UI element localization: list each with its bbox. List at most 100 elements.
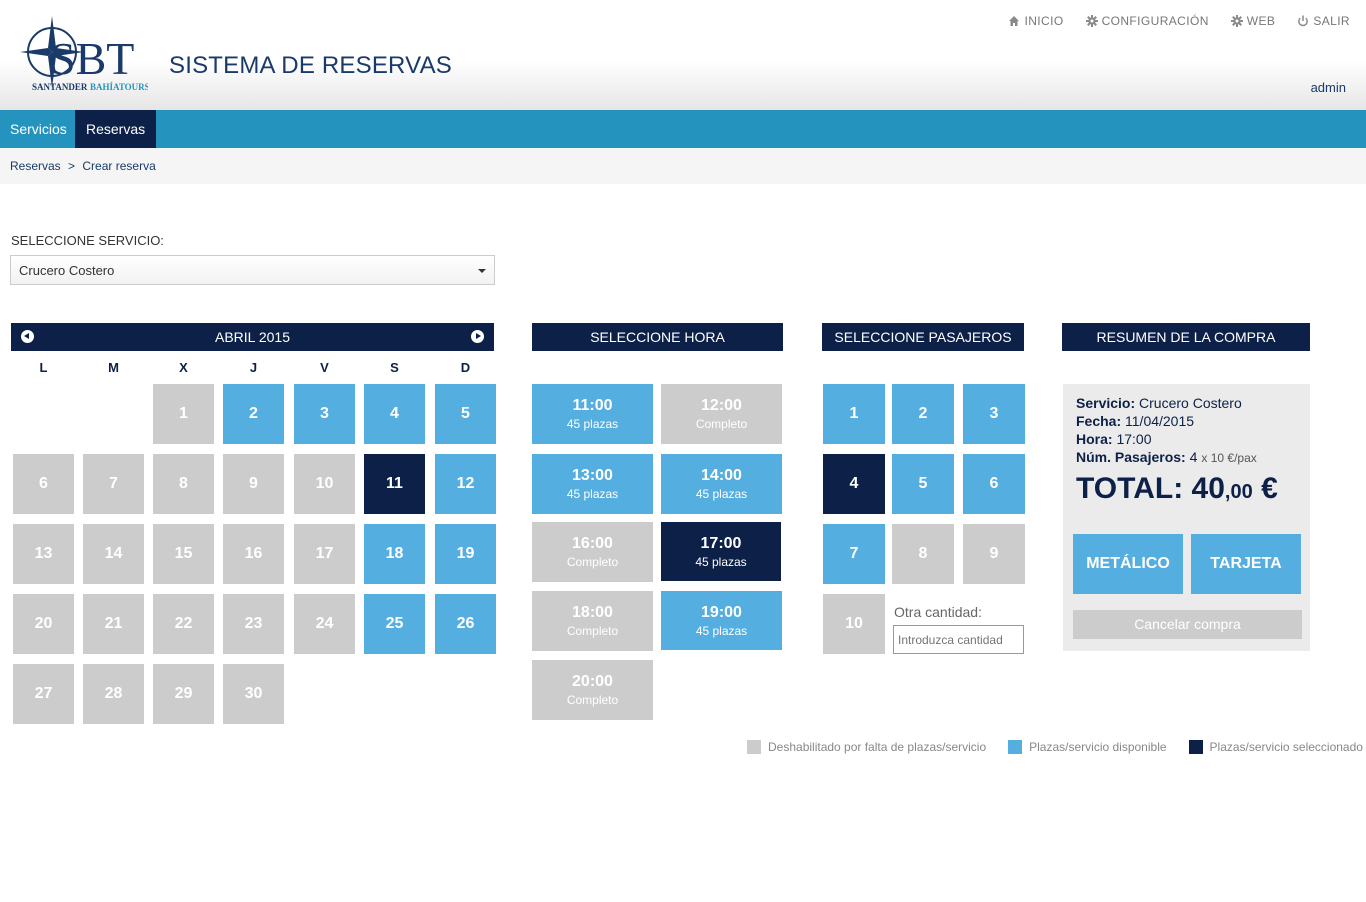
time-slot[interactable]: 17:00 45 plazas [661, 522, 781, 581]
breadcrumb-separator: > [68, 159, 76, 173]
user-name[interactable]: admin [1311, 80, 1346, 95]
summary-passengers: Núm. Pasajeros: 4x 10 €/pax [1076, 449, 1257, 465]
svg-text:SBT: SBT [50, 33, 134, 84]
calendar-day: 27 [13, 664, 74, 724]
time-slot[interactable]: 13:00 45 plazas [532, 454, 653, 514]
summary-hour-value: 17:00 [1116, 431, 1152, 447]
calendar-day: 10 [294, 454, 355, 514]
calendar-day: 23 [223, 594, 284, 654]
tab-reservas[interactable]: Reservas [75, 110, 157, 148]
link-salir[interactable]: SALIR [1297, 14, 1350, 28]
header: SBT SANTANDER BAHÍATOURS SISTEMA DE RESE… [0, 0, 1366, 110]
time-slot-availability: 45 plazas [695, 487, 748, 501]
calendar-day[interactable]: 11 [364, 454, 425, 514]
total-decimals: ,00 [1224, 481, 1253, 503]
time-slot-availability: 45 plazas [695, 623, 748, 638]
passenger-count-button: 10 [823, 594, 885, 654]
prev-month-icon[interactable] [21, 330, 34, 343]
calendar-day: 21 [83, 594, 144, 654]
calendar-day: 8 [153, 454, 214, 514]
time-slot[interactable]: 11:00 45 plazas [532, 384, 653, 444]
calendar-day[interactable]: 26 [435, 594, 496, 654]
time-slot-time: 14:00 [701, 467, 742, 484]
other-quantity-input[interactable] [893, 625, 1024, 654]
weekday-header: V [320, 360, 329, 375]
link-web-label: WEB [1246, 14, 1276, 28]
calendar-day: 30 [223, 664, 284, 724]
pay-cash-button[interactable]: METÁLICO [1073, 534, 1183, 594]
calendar-day: 9 [223, 454, 284, 514]
time-slot-availability: 45 plazas [695, 554, 747, 569]
gear-icon [1230, 15, 1243, 27]
time-slot-availability: Completo [695, 417, 748, 431]
calendar-day[interactable]: 3 [294, 384, 355, 444]
next-month-icon[interactable] [471, 330, 484, 343]
total-label: TOTAL: [1076, 472, 1184, 505]
link-configuracion[interactable]: CONFIGURACIÓN [1085, 14, 1209, 28]
purchase-summary: Servicio: Crucero Costero Fecha: 11/04/2… [1063, 384, 1310, 651]
link-web[interactable]: WEB [1230, 14, 1276, 28]
summary-date: Fecha: 11/04/2015 [1076, 413, 1195, 429]
time-slot: 12:00 Completo [661, 384, 782, 444]
time-slot-time: 20:00 [572, 673, 613, 690]
legend-item-disabled: Deshabilitado por falta de plazas/servic… [747, 740, 986, 754]
passenger-count-button[interactable]: 1 [823, 384, 885, 444]
passenger-count-button[interactable]: 2 [892, 384, 954, 444]
passenger-count-button[interactable]: 5 [892, 454, 954, 514]
time-slot: 20:00 Completo [532, 660, 653, 720]
calendar-day: 14 [83, 524, 144, 584]
legend-swatch [1188, 740, 1203, 754]
passenger-count-button[interactable]: 6 [963, 454, 1025, 514]
pay-card-button[interactable]: TARJETA [1191, 534, 1301, 594]
tab-servicios[interactable]: Servicios [0, 110, 77, 148]
calendar-month: ABRIL 2015 [215, 329, 290, 345]
link-inicio-label: INICIO [1024, 14, 1064, 28]
calendar-day[interactable]: 19 [435, 524, 496, 584]
hour-panel-title: SELECCIONE HORA [532, 323, 783, 351]
main-nav: Servicios Reservas [0, 110, 1366, 148]
calendar-day: 22 [153, 594, 214, 654]
calendar-day[interactable]: 2 [223, 384, 284, 444]
service-select[interactable]: Crucero Costero [10, 255, 495, 285]
home-icon [1009, 16, 1020, 26]
link-inicio[interactable]: INICIO [1008, 14, 1063, 28]
calendar-day: 1 [153, 384, 214, 444]
calendar-day[interactable]: 4 [364, 384, 425, 444]
calendar-day[interactable]: 25 [364, 594, 425, 654]
summary-panel-title: RESUMEN DE LA COMPRA [1062, 323, 1310, 351]
cancel-purchase-button[interactable]: Cancelar compra [1073, 610, 1302, 639]
svg-text:SANTANDER: SANTANDER [32, 82, 88, 92]
time-slot-time: 12:00 [701, 397, 742, 414]
chevron-down-icon [478, 269, 486, 273]
time-slot-availability: Completo [566, 693, 619, 707]
calendar-day[interactable]: 5 [435, 384, 496, 444]
legend-label: Plazas/servicio seleccionado [1209, 740, 1363, 754]
calendar-day: 7 [83, 454, 144, 514]
time-slot-time: 18:00 [572, 604, 613, 621]
svg-text:BAHÍATOURS: BAHÍATOURS [90, 82, 148, 92]
legend-swatch [1008, 740, 1023, 754]
gear-icon [1085, 15, 1098, 27]
passenger-count-button[interactable]: 4 [823, 454, 885, 514]
time-slot-availability: Completo [566, 624, 619, 638]
top-links: INICIO CONFIGURACIÓN WEB SALIR [1008, 14, 1350, 28]
summary-hour: Hora: 17:00 [1076, 431, 1152, 447]
calendar-day: 20 [13, 594, 74, 654]
link-configuracion-label: CONFIGURACIÓN [1101, 14, 1209, 28]
logo[interactable]: SBT SANTANDER BAHÍATOURS [18, 14, 150, 94]
weekday-header: J [249, 360, 258, 375]
breadcrumb: Reservas > Crear reserva [0, 148, 1366, 184]
calendar-day: 15 [153, 524, 214, 584]
time-slot-availability: Completo [566, 555, 619, 569]
legend-item-available: Plazas/servicio disponible [1008, 740, 1167, 754]
time-slot[interactable]: 19:00 45 plazas [661, 591, 782, 650]
calendar-day[interactable]: 18 [364, 524, 425, 584]
time-slot-time: 11:00 [572, 397, 613, 414]
time-slot[interactable]: 14:00 45 plazas [661, 454, 782, 514]
breadcrumb-reservas[interactable]: Reservas [10, 159, 61, 173]
calendar-header: ABRIL 2015 [11, 323, 494, 351]
passenger-count-button: 8 [892, 524, 954, 584]
passenger-count-button[interactable]: 3 [963, 384, 1025, 444]
passenger-count-button[interactable]: 7 [823, 524, 885, 584]
calendar-day[interactable]: 12 [435, 454, 496, 514]
